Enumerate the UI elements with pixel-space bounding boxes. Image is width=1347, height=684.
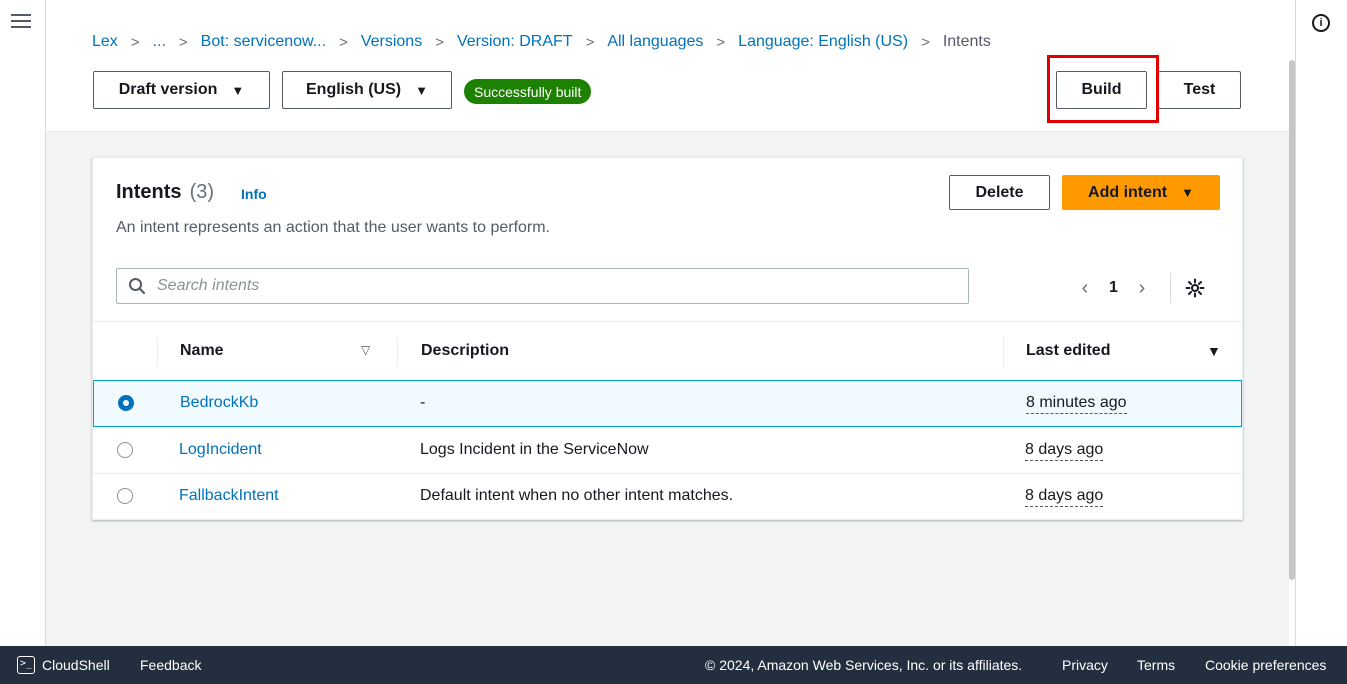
sort-descending-icon[interactable]: ▼ [1207,343,1221,359]
intent-description: - [420,394,426,411]
panel-title: Intents (3) [116,181,214,204]
intents-panel: Intents (3) Info An intent represents an … [92,157,1243,520]
caret-down-icon: ▼ [231,82,245,98]
last-edited[interactable]: 8 days ago [1025,441,1104,461]
intent-description: Default intent when no other intent matc… [420,487,734,504]
breadcrumb-bot[interactable]: Bot: servicenow... [201,33,326,51]
column-header-last-edited[interactable]: Last edited [1026,342,1110,360]
language-select[interactable]: English (US) ▼ [282,71,452,109]
cookie-preferences-link[interactable]: Cookie preferences [1205,657,1326,673]
caret-down-icon: ▼ [1181,185,1194,200]
breadcrumb-ellipsis[interactable]: ... [153,33,166,51]
breadcrumb-lex[interactable]: Lex [92,33,118,51]
sort-icon[interactable]: ▽ [361,343,370,357]
pagination: ‹ 1 › [1073,273,1205,303]
breadcrumb-separator: > [178,33,188,51]
breadcrumb-separator: > [921,33,930,51]
chevron-left-icon[interactable]: ‹ [1073,277,1097,300]
breadcrumb-separator: > [716,33,726,51]
cloudshell-icon[interactable]: >_ [17,656,35,674]
help-panel-rail: i [1295,0,1347,646]
delete-button[interactable]: Delete [949,175,1050,210]
build-highlight-box [1047,55,1159,123]
search-icon [117,268,157,304]
settings-gear-icon[interactable] [1185,278,1205,298]
main-content: Lex > ... > Bot: servicenow... > Version… [46,0,1289,646]
column-divider [157,338,158,366]
version-select[interactable]: Draft version ▼ [93,71,270,109]
column-divider [397,338,398,366]
info-icon[interactable]: i [1312,14,1330,32]
last-edited[interactable]: 8 days ago [1025,487,1104,507]
breadcrumb-version-draft[interactable]: Version: DRAFT [457,33,573,51]
page-header: Lex > ... > Bot: servicenow... > Version… [46,0,1289,132]
breadcrumb-separator: > [130,33,140,51]
search-input[interactable] [157,277,937,295]
info-link[interactable]: Info [241,186,267,202]
table-header: Name ▽ Description Last edited ▼ [93,321,1242,381]
intent-name-link[interactable]: LogIncident [179,441,262,459]
last-edited[interactable]: 8 minutes ago [1026,394,1127,414]
add-intent-label: Add intent [1088,183,1168,201]
search-field[interactable] [116,268,969,304]
intent-name-link[interactable]: BedrockKb [180,394,258,412]
menu-icon[interactable] [11,14,31,30]
breadcrumb-language[interactable]: Language: English (US) [738,33,908,51]
cloudshell-link[interactable]: CloudShell [42,657,110,673]
add-intent-button[interactable]: Add intent ▼ [1062,175,1220,210]
breadcrumb-separator: > [585,33,595,51]
terms-link[interactable]: Terms [1137,657,1175,673]
pager-divider [1169,273,1171,303]
breadcrumb-versions[interactable]: Versions [361,33,422,51]
column-header-description[interactable]: Description [421,342,509,360]
test-button[interactable]: Test [1158,71,1241,109]
privacy-link[interactable]: Privacy [1062,657,1108,673]
chevron-right-icon[interactable]: › [1130,277,1154,300]
breadcrumb-intents: Intents [942,33,991,50]
feedback-link[interactable]: Feedback [140,657,201,673]
page-number[interactable]: 1 [1109,279,1118,297]
breadcrumb-separator: > [339,33,348,51]
copyright-text: © 2024, Amazon Web Services, Inc. or its… [705,657,1023,673]
breadcrumb-all-languages[interactable]: All languages [607,33,703,51]
row-radio[interactable] [117,488,133,504]
panel-description: An intent represents an action that the … [116,219,551,236]
intent-count: (3) [189,181,215,203]
breadcrumb-separator: > [435,33,444,51]
intent-name-link[interactable]: FallbackIntent [179,487,279,505]
breadcrumb: Lex > ... > Bot: servicenow... > Version… [92,33,991,51]
console-footer: >_ CloudShell Feedback © 2024, Amazon We… [0,646,1347,684]
version-select-label: Draft version [118,81,218,98]
column-header-name[interactable]: Name [180,342,224,360]
side-navigation-rail [0,0,46,646]
build-status-badge: Successfully built [464,79,592,104]
language-select-label: English (US) [306,81,402,98]
table-row[interactable]: FallbackIntent Default intent when no ot… [93,473,1242,519]
column-divider [1003,338,1004,366]
table-row[interactable]: LogIncident Logs Incident in the Service… [93,427,1242,473]
intent-description: Logs Incident in the ServiceNow [420,441,649,458]
panel-title-text: Intents [116,181,182,203]
row-radio[interactable] [117,442,133,458]
caret-down-icon: ▼ [415,82,428,98]
row-radio[interactable] [118,395,134,411]
table-row[interactable]: BedrockKb - 8 minutes ago [93,380,1242,427]
